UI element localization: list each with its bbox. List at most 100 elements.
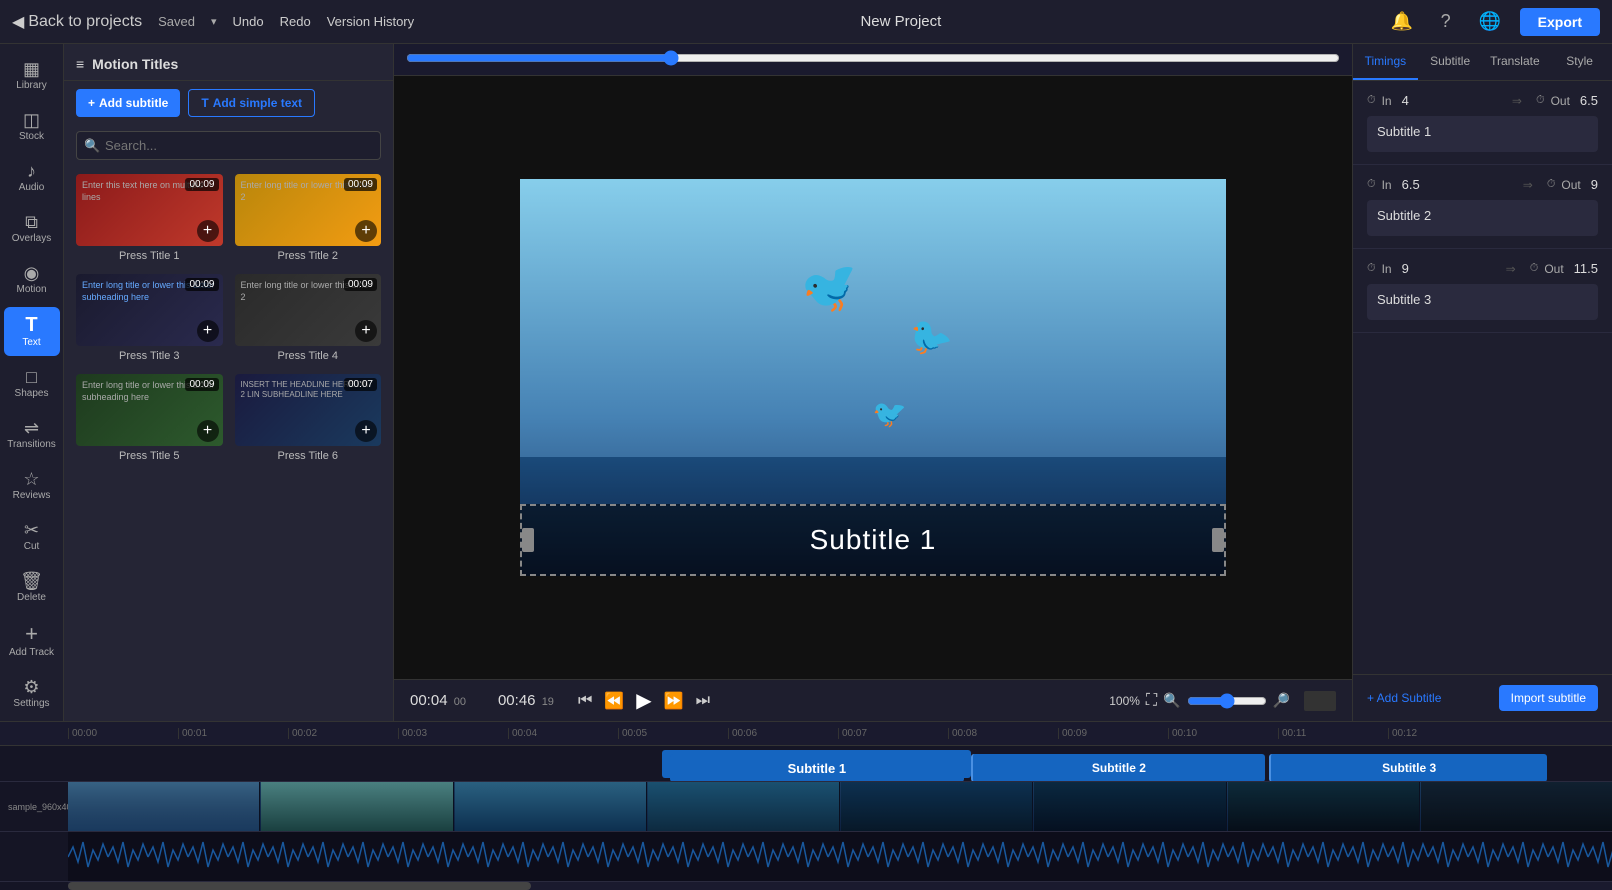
fast-forward-icon[interactable]: ⏩ <box>664 691 684 711</box>
sidebar-item-cut[interactable]: ✂ Cut <box>4 513 60 560</box>
sidebar-item-stock[interactable]: ◫ Stock <box>4 103 60 150</box>
import-subtitle-button[interactable]: Import subtitle <box>1499 685 1598 711</box>
sidebar-label-motion: Motion <box>16 284 46 295</box>
subtitle-resize-right[interactable] <box>1212 528 1224 552</box>
panel-title: Motion Titles <box>92 56 178 72</box>
sidebar-item-audio[interactable]: ♪ Audio <box>4 154 60 201</box>
subtitle-bar-3-label: Subtitle 3 <box>1382 761 1436 775</box>
ruler-mark-12: 00:12 <box>1388 728 1498 739</box>
timeline-scrollbar[interactable] <box>68 882 1612 890</box>
sidebar-item-library[interactable]: ▦ Library <box>4 52 60 99</box>
ruler-mark-7: 00:07 <box>838 728 948 739</box>
rewind-icon[interactable]: ⏪ <box>604 691 624 711</box>
version-history-button[interactable]: Version History <box>327 14 414 29</box>
subtitle-field-1[interactable]: Subtitle 1 <box>1367 116 1598 152</box>
sync-icon-3[interactable]: ⇒ <box>1506 262 1516 276</box>
panel-title-icon: ≡ <box>76 56 84 72</box>
sidebar-item-transitions[interactable]: ⇌ Transitions <box>4 411 60 458</box>
undo-button[interactable]: Undo <box>233 14 264 29</box>
sidebar-item-shapes[interactable]: □ Shapes <box>4 360 60 407</box>
skip-to-end-icon[interactable]: ⏭ <box>696 692 710 710</box>
ruler-mark-1: 00:01 <box>178 728 288 739</box>
in-label-2: In <box>1382 178 1392 192</box>
sync-icon-2[interactable]: ⇒ <box>1523 178 1533 192</box>
subtitle-bar-3[interactable]: Subtitle 3 <box>1269 754 1547 781</box>
tab-style[interactable]: Style <box>1547 44 1612 80</box>
audio-track-body <box>68 832 1612 881</box>
globe-icon[interactable]: 🌐 <box>1476 11 1504 32</box>
subtitle-bar-1[interactable]: Subtitle 1 <box>670 754 963 781</box>
timing-item-1: ⏱ In 4 ⇒ ⏱ Out 6.5 Subtitle 1 <box>1353 81 1612 165</box>
redo-button[interactable]: Redo <box>280 14 311 29</box>
add-template-4-icon[interactable]: + <box>355 320 377 342</box>
subtitle-resize-left[interactable] <box>522 528 534 552</box>
template-press-title-4[interactable]: Enter long title or lower this Line 2 00… <box>235 274 382 362</box>
tab-timings[interactable]: Timings <box>1353 44 1418 80</box>
help-icon[interactable]: ? <box>1432 11 1460 32</box>
saved-label: Saved <box>158 14 195 29</box>
notification-icon[interactable]: 🔔 <box>1388 11 1416 32</box>
sidebar-label-transitions: Transitions <box>7 439 56 450</box>
video-frame: 🐦 🐦 🐦 Subtitle 1 <box>520 179 1226 576</box>
export-button[interactable]: Export <box>1520 8 1600 36</box>
sidebar-item-add-track[interactable]: + Add Track <box>4 615 60 666</box>
skip-to-start-icon[interactable]: ⏮ <box>578 692 592 710</box>
sidebar-item-overlays[interactable]: ⧉ Overlays <box>4 205 60 252</box>
timeline: 00:00 00:01 00:02 00:03 00:04 00:05 00:0… <box>0 721 1612 890</box>
search-input[interactable] <box>76 131 381 160</box>
timeline-scrollbar-thumb[interactable] <box>68 882 531 890</box>
subtitle-field-2[interactable]: Subtitle 2 <box>1367 200 1598 236</box>
add-template-5-icon[interactable]: + <box>197 420 219 442</box>
subtitle-bar-2[interactable]: Subtitle 2 <box>971 754 1264 781</box>
sidebar-item-settings[interactable]: ⚙ Settings <box>4 670 60 717</box>
main-area: ▦ Library ◫ Stock ♪ Audio ⧉ Overlays ◉ M… <box>0 44 1612 721</box>
video-thumb-6 <box>1034 782 1226 831</box>
text-icon: T <box>25 315 37 335</box>
add-template-1-icon[interactable]: + <box>197 220 219 242</box>
sidebar-item-text[interactable]: T Text <box>4 307 60 356</box>
add-template-3-icon[interactable]: + <box>197 320 219 342</box>
add-simple-text-button[interactable]: T Add simple text <box>188 89 315 117</box>
add-simple-text-icon: T <box>201 96 208 110</box>
add-subtitle-label: Add subtitle <box>99 96 168 110</box>
video-container: 🐦 🐦 🐦 Subtitle 1 <box>394 76 1352 679</box>
template-press-title-3[interactable]: Enter long title or lower this Enter sub… <box>76 274 223 362</box>
add-subtitle-button[interactable]: + Add subtitle <box>76 89 180 117</box>
add-template-2-icon[interactable]: + <box>355 220 377 242</box>
subtitle-overlay[interactable]: Subtitle 1 <box>520 504 1226 576</box>
sidebar-item-reviews[interactable]: ☆ Reviews <box>4 462 60 509</box>
video-area: 🐦 🐦 🐦 Subtitle 1 00:04 00 <box>394 44 1352 721</box>
clock-in-icon-3: ⏱ <box>1367 262 1376 275</box>
add-subtitle-link[interactable]: + Add Subtitle <box>1367 691 1441 705</box>
template-press-title-6[interactable]: INSERT THE HEADLINE HERE ON 2 LIN SUBHEA… <box>235 374 382 462</box>
video-thumb-1 <box>68 782 260 831</box>
add-template-6-icon[interactable]: + <box>355 420 377 442</box>
template-press-title-1[interactable]: Enter this text here on multiple lines 0… <box>76 174 223 262</box>
template-press-title-5[interactable]: Enter long title or lower this Enter sub… <box>76 374 223 462</box>
play-button[interactable]: ▶ <box>636 688 651 713</box>
sidebar-item-motion[interactable]: ◉ Motion <box>4 256 60 303</box>
zoom-out-icon[interactable]: 🔍 <box>1163 692 1180 709</box>
duration-badge-2: 00:09 <box>344 178 377 191</box>
in-label-1: In <box>1382 94 1392 108</box>
subtitle-field-3[interactable]: Subtitle 3 <box>1367 284 1598 320</box>
tab-translate[interactable]: Translate <box>1483 44 1548 80</box>
zoom-in-icon[interactable]: 🔎 <box>1273 692 1290 709</box>
panel-actions: + Add subtitle T Add simple text <box>64 81 393 125</box>
timing-item-3: ⏱ In 9 ⇒ ⏱ Out 11.5 Subtitle 3 <box>1353 249 1612 333</box>
video-thumb-5 <box>841 782 1033 831</box>
zoom-slider[interactable] <box>1187 693 1267 709</box>
saved-dropdown-icon[interactable]: ▾ <box>211 15 217 28</box>
template-press-title-2[interactable]: Enter long title or lower this Line 2 00… <box>235 174 382 262</box>
in-value-2: 6.5 <box>1402 177 1420 192</box>
sync-icon-1[interactable]: ⇒ <box>1512 94 1522 108</box>
scrubber[interactable] <box>406 50 1340 66</box>
sidebar-item-delete[interactable]: 🗑 Delete <box>4 564 60 611</box>
tab-subtitle[interactable]: Subtitle <box>1418 44 1483 80</box>
back-button[interactable]: ◀ Back to projects <box>12 12 142 32</box>
video-thumb-3 <box>455 782 647 831</box>
audio-track <box>0 832 1612 882</box>
video-thumb-2 <box>261 782 453 831</box>
timeline-tracks-wrap: Subtitle 1 Subtitle 2 Subtitle 3 sample_… <box>0 746 1612 882</box>
fullscreen-icon[interactable]: ⛶ <box>1146 692 1157 710</box>
